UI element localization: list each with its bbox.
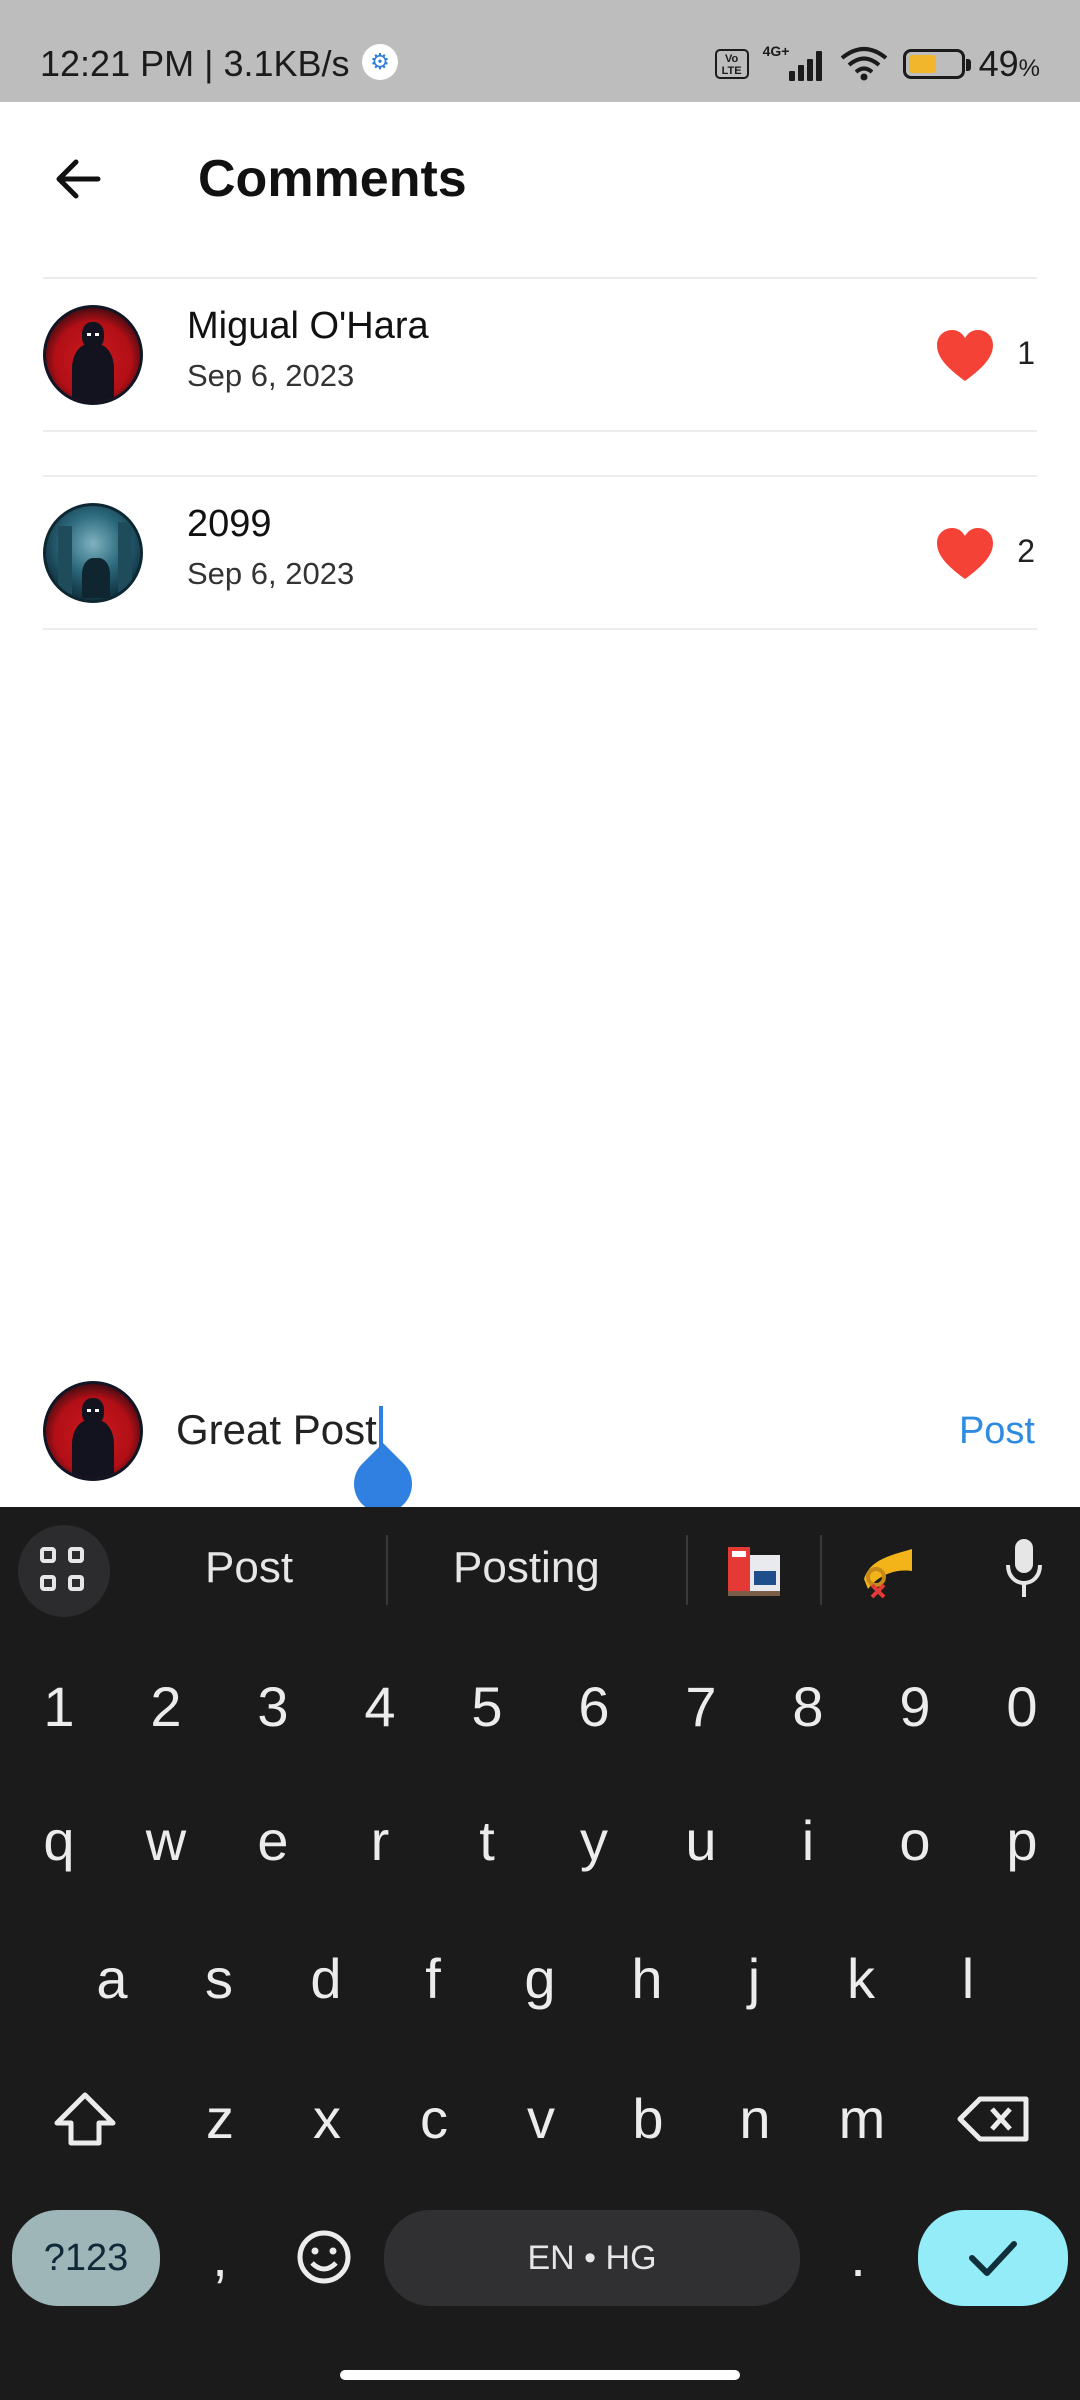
signal-icon: 4G+	[763, 43, 825, 81]
key-a[interactable]: a	[62, 1919, 162, 2039]
key-p[interactable]: p	[972, 1781, 1072, 1901]
key-w[interactable]: w	[116, 1781, 216, 1901]
comment-input[interactable]: Great Post	[176, 1400, 383, 1460]
key-7[interactable]: 7	[651, 1647, 751, 1767]
key-f[interactable]: f	[383, 1919, 483, 2039]
status-icons: Vo LTE 4G+ 49%	[714, 43, 1040, 84]
emoji-icon[interactable]	[274, 2197, 374, 2317]
key-b[interactable]: b	[598, 2059, 698, 2179]
check-icon	[969, 2241, 1017, 2276]
key-r[interactable]: r	[330, 1781, 430, 1901]
comment-date: Sep 6, 2023	[187, 556, 355, 591]
symbols-key[interactable]: ?123	[12, 2210, 160, 2306]
key-t[interactable]: t	[437, 1781, 537, 1901]
key-6[interactable]: 6	[544, 1647, 644, 1767]
comment-item[interactable]: Migual O'Hara Sep 6, 2023 1	[43, 277, 1037, 432]
apps-grid-icon[interactable]	[18, 1525, 110, 1617]
heart-icon[interactable]	[935, 527, 995, 581]
key-i[interactable]: i	[758, 1781, 858, 1901]
volte-icon: Vo LTE	[714, 49, 749, 79]
key-4[interactable]: 4	[330, 1647, 430, 1767]
status-time: 12:21 PM | 3.1KB/s	[40, 43, 350, 84]
microphone-icon[interactable]	[1004, 1537, 1044, 1601]
key-h[interactable]: h	[597, 1919, 697, 2039]
key-3[interactable]: 3	[223, 1647, 323, 1767]
avatar	[43, 1381, 143, 1481]
suggestion-1[interactable]: Post	[205, 1543, 293, 1593]
space-key[interactable]: EN • HG	[384, 2210, 800, 2306]
key-k[interactable]: k	[811, 1919, 911, 2039]
comment-list: Migual O'Hara Sep 6, 2023 1 2099 Sep 6, …	[43, 277, 1037, 673]
key-1[interactable]: 1	[9, 1647, 109, 1767]
key-5[interactable]: 5	[437, 1647, 537, 1767]
battery-percent: 49%	[978, 43, 1040, 84]
network-type: 4G+	[762, 43, 790, 59]
postal-horn-icon[interactable]	[858, 1541, 918, 1601]
comment-author: 2099	[187, 503, 272, 545]
comment-author: Migual O'Hara	[187, 305, 429, 347]
key-e[interactable]: e	[223, 1781, 323, 1901]
key-l[interactable]: l	[918, 1919, 1018, 2039]
number-row: 1234567890	[0, 1647, 1080, 1777]
wifi-icon	[840, 47, 887, 81]
enter-key[interactable]	[918, 2210, 1068, 2306]
status-bar: 12:21 PM | 3.1KB/s ⚙ Vo LTE 4G+ 49%	[0, 0, 1080, 102]
key-n[interactable]: n	[705, 2059, 805, 2179]
teal-city-avatar-art	[46, 506, 140, 600]
key-9[interactable]: 9	[865, 1647, 965, 1767]
key-c[interactable]: c	[384, 2059, 484, 2179]
keyboard: Post Posting 1234567890 qwertyuiop asdfg…	[0, 1507, 1080, 2400]
suggestion-bar: Post Posting	[0, 1507, 1080, 1629]
comment-date: Sep 6, 2023	[187, 358, 355, 393]
key-8[interactable]: 8	[758, 1647, 858, 1767]
post-button[interactable]: Post	[959, 1410, 1035, 1453]
app-bar: Comments	[0, 102, 1080, 257]
key-v[interactable]: v	[491, 2059, 591, 2179]
key-m[interactable]: m	[812, 2059, 912, 2179]
shift-icon[interactable]	[35, 2059, 135, 2179]
avatar[interactable]	[43, 305, 143, 405]
comma-key[interactable]: ,	[170, 2197, 270, 2317]
key-s[interactable]: s	[169, 1919, 269, 2039]
gesture-bar[interactable]	[340, 2370, 740, 2380]
key-g[interactable]: g	[490, 1919, 590, 2039]
backspace-icon[interactable]	[944, 2059, 1044, 2179]
key-0[interactable]: 0	[972, 1647, 1072, 1767]
key-j[interactable]: j	[704, 1919, 804, 2039]
letter-row-1: qwertyuiop	[0, 1781, 1080, 1911]
comment-item[interactable]: 2099 Sep 6, 2023 2	[43, 475, 1037, 630]
comment-input-value: Great Post	[176, 1406, 377, 1453]
dark-figure-avatar-art	[72, 322, 114, 402]
key-d[interactable]: d	[276, 1919, 376, 2039]
period-key[interactable]: .	[808, 2197, 908, 2317]
comment-composer: Great Post Post	[0, 1360, 1080, 1526]
page-title: Comments	[198, 150, 467, 208]
key-u[interactable]: u	[651, 1781, 751, 1901]
like-count: 1	[1017, 335, 1035, 371]
letter-row-3: zxcvbnm	[0, 2059, 1080, 2189]
key-o[interactable]: o	[865, 1781, 965, 1901]
key-q[interactable]: q	[9, 1781, 109, 1901]
key-y[interactable]: y	[544, 1781, 644, 1901]
arrow-left-icon[interactable]	[48, 149, 108, 209]
battery-icon	[902, 49, 971, 79]
letter-row-2: asdfghjkl	[0, 1919, 1080, 2049]
like-count: 2	[1017, 533, 1035, 569]
heart-icon[interactable]	[935, 329, 995, 383]
gear-notification-icon: ⚙	[362, 44, 398, 80]
post-office-icon[interactable]	[724, 1541, 784, 1601]
key-2[interactable]: 2	[116, 1647, 216, 1767]
suggestion-2[interactable]: Posting	[453, 1543, 600, 1593]
avatar[interactable]	[43, 503, 143, 603]
dark-figure-avatar-art	[72, 1398, 114, 1478]
key-x[interactable]: x	[277, 2059, 377, 2179]
key-z[interactable]: z	[170, 2059, 270, 2179]
